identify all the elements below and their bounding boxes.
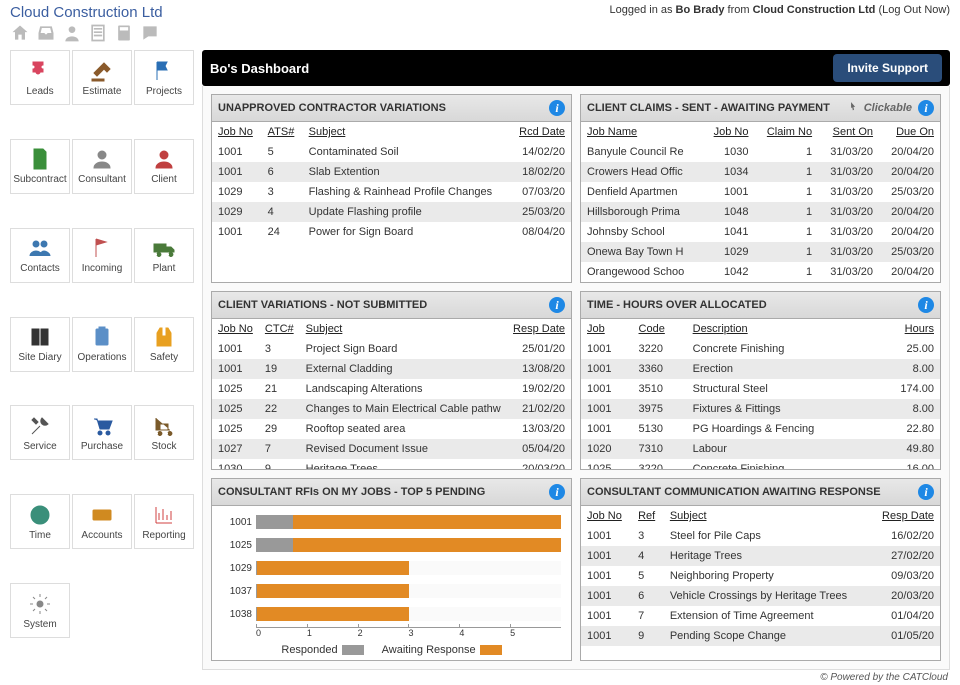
table-row[interactable]: Orangewood Schoo1042131/03/2020/04/20 xyxy=(581,262,940,282)
brand-title[interactable]: Cloud Construction Ltd xyxy=(10,4,163,21)
table-row[interactable]: 10015Contaminated Soil14/02/20 xyxy=(212,142,571,162)
table-row[interactable]: 10013510Structural Steel174.00 xyxy=(581,379,940,399)
table-row[interactable]: 10309Heritage Trees20/03/20 xyxy=(212,459,571,469)
sidebar-item-time[interactable]: Time xyxy=(10,494,70,549)
sidebar-item-plant[interactable]: Plant xyxy=(134,228,194,283)
login-info: Logged in as Bo Brady from Cloud Constru… xyxy=(609,4,950,16)
table-row[interactable]: 100124Power for Sign Board08/04/20 xyxy=(212,222,571,242)
card-client-variations: CLIENT VARIATIONS - NOT SUBMITTEDi Job N… xyxy=(211,291,572,470)
sidebar-item-subcontract[interactable]: Subcontract xyxy=(10,139,70,194)
table-row[interactable]: 10013220Concrete Finishing25.00 xyxy=(581,339,940,359)
card-unapproved-variations: UNAPPROVED CONTRACTOR VARIATIONSi Job No… xyxy=(211,94,572,283)
table-row[interactable]: 10013Steel for Pile Caps16/02/20 xyxy=(581,526,940,546)
sidebar-item-leads[interactable]: Leads xyxy=(10,50,70,105)
sidebar-item-stock[interactable]: Stock xyxy=(134,405,194,460)
card-time-over: TIME - HOURS OVER ALLOCATEDi JobCodeDesc… xyxy=(580,291,941,470)
card-rfi-chart: CONSULTANT RFIs ON MY JOBS - TOP 5 PENDI… xyxy=(211,478,572,661)
info-icon[interactable]: i xyxy=(918,100,934,116)
rfi-bar-chart: 10011025102910371038012345RespondedAwait… xyxy=(212,506,571,660)
card-consultant-comm: CONSULTANT COMMUNICATION AWAITING RESPON… xyxy=(580,478,941,661)
table-row[interactable]: 102522Changes to Main Electrical Cable p… xyxy=(212,399,571,419)
table-row[interactable]: 102521Landscaping Alterations19/02/20 xyxy=(212,379,571,399)
chat-icon[interactable] xyxy=(140,23,160,46)
table-row[interactable]: 10015Neighboring Property09/03/20 xyxy=(581,566,940,586)
table-row[interactable]: Johnsby School1041131/03/2020/04/20 xyxy=(581,222,940,242)
sidebar-item-client[interactable]: Client xyxy=(134,139,194,194)
sidebar-item-contacts[interactable]: Contacts xyxy=(10,228,70,283)
table-row[interactable]: 10294Update Flashing profile25/03/20 xyxy=(212,202,571,222)
table-row[interactable]: 10019Pending Scope Change01/05/20 xyxy=(581,626,940,646)
quick-icon-bar xyxy=(0,21,960,50)
sidebar-item-incoming[interactable]: Incoming xyxy=(72,228,132,283)
table-row[interactable]: Onewa Bay Town H1029131/03/2025/03/20 xyxy=(581,242,940,262)
info-icon[interactable]: i xyxy=(549,297,565,313)
footer: © Powered by the CATCloud xyxy=(0,670,960,685)
sidebar-item-operations[interactable]: Operations xyxy=(72,317,132,372)
notes-icon[interactable] xyxy=(88,23,108,46)
dashboard-header: Bo's Dashboard Invite Support xyxy=(202,50,950,86)
table-row[interactable]: 10016Slab Extention18/02/20 xyxy=(212,162,571,182)
table-row[interactable]: 102529Rooftop seated area13/03/20 xyxy=(212,419,571,439)
table-row[interactable]: 100119External Cladding13/08/20 xyxy=(212,359,571,379)
table-row[interactable]: Banyule Council Re1030131/03/2020/04/20 xyxy=(581,142,940,162)
card-client-claims: CLIENT CLAIMS - SENT - AWAITING PAYMENT … xyxy=(580,94,941,283)
sidebar-item-accounts[interactable]: Accounts xyxy=(72,494,132,549)
sidebar-item-site-diary[interactable]: Site Diary xyxy=(10,317,70,372)
sidebar-item-system[interactable]: System xyxy=(10,583,70,638)
info-icon[interactable]: i xyxy=(549,484,565,500)
table-row[interactable]: 10016Vehicle Crossings by Heritage Trees… xyxy=(581,586,940,606)
table-row[interactable]: 10293Flashing & Rainhead Profile Changes… xyxy=(212,182,571,202)
info-icon[interactable]: i xyxy=(918,297,934,313)
inbox-icon[interactable] xyxy=(36,23,56,46)
sidebar-item-projects[interactable]: Projects xyxy=(134,50,194,105)
table-row[interactable]: Crowers Head Offic1034131/03/2020/04/20 xyxy=(581,162,940,182)
calc-icon[interactable] xyxy=(114,23,134,46)
sidebar-item-safety[interactable]: Safety xyxy=(134,317,194,372)
table-row[interactable]: 10014Heritage Trees27/02/20 xyxy=(581,546,940,566)
logout-link[interactable]: Log Out Now xyxy=(882,4,946,16)
table-row[interactable]: 10013975Fixtures & Fittings8.00 xyxy=(581,399,940,419)
table-row[interactable]: 10015130PG Hoardings & Fencing22.80 xyxy=(581,419,940,439)
info-icon[interactable]: i xyxy=(918,484,934,500)
table-row[interactable]: 10017Extension of Time Agreement01/04/20 xyxy=(581,606,940,626)
sidebar-item-consultant[interactable]: Consultant xyxy=(72,139,132,194)
dashboard-title: Bo's Dashboard xyxy=(210,61,309,76)
table-row[interactable]: 10277Revised Document Issue05/04/20 xyxy=(212,439,571,459)
table-row[interactable]: Denfield Apartmen1001131/03/2025/03/20 xyxy=(581,182,940,202)
info-icon[interactable]: i xyxy=(549,100,565,116)
table-row[interactable]: 10253220Concrete Finishing16.00 xyxy=(581,459,940,469)
table-row[interactable]: 10013Project Sign Board25/01/20 xyxy=(212,339,571,359)
sidebar-item-purchase[interactable]: Purchase xyxy=(72,405,132,460)
sidebar-item-service[interactable]: Service xyxy=(10,405,70,460)
user-icon[interactable] xyxy=(62,23,82,46)
sidebar-item-reporting[interactable]: Reporting xyxy=(134,494,194,549)
table-row[interactable]: Hillsborough Prima1048131/03/2020/04/20 xyxy=(581,202,940,222)
table-row[interactable]: 10207310Labour49.80 xyxy=(581,439,940,459)
invite-support-button[interactable]: Invite Support xyxy=(833,54,942,82)
sidebar-item-estimate[interactable]: Estimate xyxy=(72,50,132,105)
home-icon[interactable] xyxy=(10,23,30,46)
table-row[interactable]: 10013360Erection8.00 xyxy=(581,359,940,379)
clickable-hint: Clickable xyxy=(847,101,912,115)
sidebar: LeadsEstimateProjects SubcontractConsulta… xyxy=(10,50,194,670)
